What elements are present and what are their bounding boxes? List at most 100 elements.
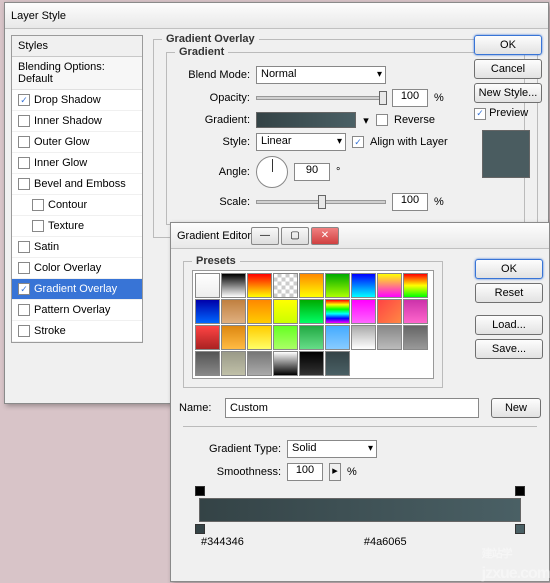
preset-swatch[interactable] — [273, 299, 298, 324]
style-checkbox[interactable] — [18, 178, 30, 190]
blend-mode-select[interactable]: Normal — [256, 66, 386, 84]
preset-swatch[interactable] — [195, 273, 220, 298]
opacity-slider[interactable] — [256, 96, 386, 100]
style-checkbox[interactable] — [18, 115, 30, 127]
style-checkbox[interactable] — [18, 304, 30, 316]
name-label: Name: — [179, 402, 219, 414]
opacity-stop-left[interactable] — [195, 486, 205, 496]
preset-swatch[interactable] — [247, 273, 272, 298]
preset-swatch[interactable] — [377, 299, 402, 324]
preset-swatch[interactable] — [403, 299, 428, 324]
new-style-button[interactable]: New Style... — [474, 83, 542, 103]
preset-swatch[interactable] — [325, 273, 350, 298]
style-label: Color Overlay — [34, 262, 101, 274]
layer-style-titlebar[interactable]: Layer Style — [5, 3, 548, 29]
ge-new-button[interactable]: New — [491, 398, 541, 418]
style-item-outer-glow[interactable]: Outer Glow — [12, 132, 142, 153]
maximize-button[interactable]: ▢ — [281, 227, 309, 245]
style-item-inner-glow[interactable]: Inner Glow — [12, 153, 142, 174]
preset-swatch[interactable] — [325, 299, 350, 324]
angle-value[interactable]: 90 — [294, 163, 330, 181]
style-item-color-overlay[interactable]: Color Overlay — [12, 258, 142, 279]
smoothness-dropdown-icon[interactable]: ▸ — [329, 463, 341, 481]
preset-swatch[interactable] — [299, 273, 324, 298]
align-checkbox[interactable]: ✓ — [352, 136, 364, 148]
scale-row: Scale: 100 % — [175, 193, 516, 211]
preset-swatch[interactable] — [377, 325, 402, 350]
ge-save-button[interactable]: Save... — [475, 339, 543, 359]
preset-swatch[interactable] — [377, 273, 402, 298]
reverse-checkbox[interactable] — [376, 114, 388, 126]
preset-swatch[interactable] — [273, 351, 298, 376]
grad-type-select[interactable]: Solid — [287, 440, 377, 458]
preset-swatch[interactable] — [403, 273, 428, 298]
gradient-editor-body: Presets OK Reset Load... Save... Name: N… — [171, 249, 549, 562]
style-item-contour[interactable]: Contour — [12, 195, 142, 216]
style-label: Gradient Overlay — [34, 283, 117, 295]
scale-slider[interactable] — [256, 200, 386, 204]
style-item-gradient-overlay[interactable]: ✓ Gradient Overlay — [12, 279, 142, 300]
color-stop-left[interactable] — [195, 524, 205, 534]
style-checkbox[interactable] — [18, 325, 30, 337]
preset-swatch[interactable] — [247, 351, 272, 376]
style-select[interactable]: Linear — [256, 133, 346, 151]
preset-swatch[interactable] — [195, 351, 220, 376]
minimize-button[interactable]: — — [251, 227, 279, 245]
style-checkbox[interactable]: ✓ — [18, 94, 30, 106]
style-checkbox[interactable] — [18, 136, 30, 148]
preset-swatch[interactable] — [325, 351, 350, 376]
preset-swatch[interactable] — [221, 299, 246, 324]
preset-swatch[interactable] — [221, 351, 246, 376]
style-checkbox[interactable] — [18, 241, 30, 253]
style-checkbox[interactable] — [18, 262, 30, 274]
style-item-inner-shadow[interactable]: Inner Shadow — [12, 111, 142, 132]
angle-dial[interactable] — [256, 156, 288, 188]
cancel-button[interactable]: Cancel — [474, 59, 542, 79]
preset-swatch[interactable] — [351, 299, 376, 324]
style-item-texture[interactable]: Texture — [12, 216, 142, 237]
hex-left: #344346 — [201, 536, 244, 548]
ge-ok-button[interactable]: OK — [475, 259, 543, 279]
opacity-value[interactable]: 100 — [392, 89, 428, 107]
style-checkbox[interactable] — [18, 157, 30, 169]
styles-header[interactable]: Styles — [12, 36, 142, 57]
gradient-bar[interactable] — [199, 498, 521, 522]
style-checkbox[interactable] — [32, 199, 44, 211]
preset-swatch[interactable] — [221, 273, 246, 298]
color-stops — [191, 524, 529, 534]
preset-swatch[interactable] — [247, 299, 272, 324]
ge-load-button[interactable]: Load... — [475, 315, 543, 335]
preset-swatch[interactable] — [299, 351, 324, 376]
style-item-drop-shadow[interactable]: ✓Drop Shadow — [12, 90, 142, 111]
scale-value[interactable]: 100 — [392, 193, 428, 211]
preset-swatch[interactable] — [273, 273, 298, 298]
preset-swatch[interactable] — [221, 325, 246, 350]
preset-swatch[interactable] — [195, 325, 220, 350]
preset-swatch[interactable] — [351, 273, 376, 298]
style-item-satin[interactable]: Satin — [12, 237, 142, 258]
style-item-stroke[interactable]: Stroke — [12, 321, 142, 342]
opacity-stop-right[interactable] — [515, 486, 525, 496]
style-item-pattern-overlay[interactable]: Pattern Overlay — [12, 300, 142, 321]
gradient-editor-titlebar[interactable]: Gradient Editor — ▢ ✕ — [171, 223, 549, 249]
preset-swatch[interactable] — [403, 325, 428, 350]
smoothness-value[interactable]: 100 — [287, 463, 323, 481]
blending-options[interactable]: Blending Options: Default — [12, 57, 142, 90]
name-input[interactable] — [225, 398, 479, 418]
style-checkbox[interactable] — [32, 220, 44, 232]
preset-swatch[interactable] — [195, 299, 220, 324]
gradient-preview[interactable] — [256, 112, 356, 128]
ge-reset-button[interactable]: Reset — [475, 283, 543, 303]
preset-swatch[interactable] — [299, 325, 324, 350]
preset-swatch[interactable] — [325, 325, 350, 350]
style-checkbox[interactable]: ✓ — [18, 283, 30, 295]
preset-swatch[interactable] — [299, 299, 324, 324]
style-item-bevel-and-emboss[interactable]: Bevel and Emboss — [12, 174, 142, 195]
ok-button[interactable]: OK — [474, 35, 542, 55]
preset-swatch[interactable] — [351, 325, 376, 350]
preset-swatch[interactable] — [247, 325, 272, 350]
close-button[interactable]: ✕ — [311, 227, 339, 245]
preview-checkbox[interactable]: ✓ — [474, 108, 486, 120]
preset-swatch[interactable] — [273, 325, 298, 350]
gradient-dropdown-icon[interactable]: ▾ — [362, 114, 370, 127]
